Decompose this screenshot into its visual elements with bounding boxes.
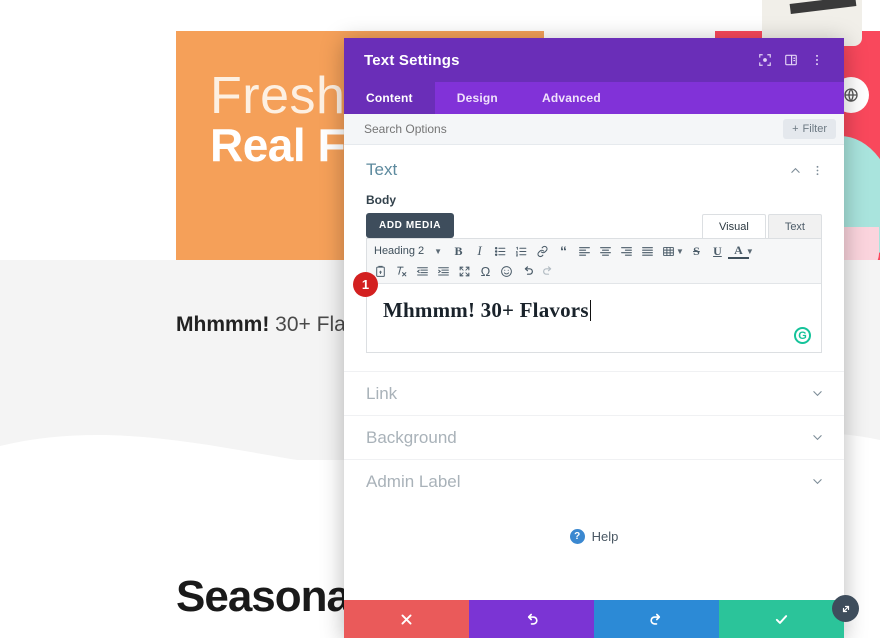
redo-button[interactable]	[594, 600, 719, 638]
help-question-icon: ?	[569, 529, 585, 544]
accordion-background-label: Background	[366, 427, 457, 447]
focus-target-icon[interactable]	[752, 47, 778, 73]
accordion-link[interactable]: Link	[344, 371, 844, 415]
editor-top-bar: ADD MEDIA Visual Text	[366, 213, 822, 238]
undo-icon	[527, 613, 538, 625]
close-icon	[401, 614, 412, 624]
accordion-admin-label-label: Admin Label	[366, 471, 461, 491]
help-link[interactable]: Help	[592, 529, 619, 544]
background-section-heading: Seasona	[176, 572, 351, 621]
editor-toolbar: Heading 2 ▼ B I “ ▼ S U A ▼ Ω	[367, 239, 821, 284]
text-section-title: Text	[366, 160, 398, 179]
strikethrough-icon[interactable]: S	[686, 242, 707, 261]
hero-title-line2: Real Fl	[210, 119, 358, 171]
plus-icon: +	[792, 123, 799, 135]
modal-header: Text Settings	[344, 38, 844, 82]
chevron-down-icon: ▼	[434, 246, 442, 256]
text-section-header: Text	[344, 145, 844, 187]
italic-icon[interactable]: I	[469, 242, 490, 261]
bold-icon[interactable]: B	[448, 242, 469, 261]
editor-canvas[interactable]: 1 Mhmmm! 30+ Flavors G	[353, 272, 821, 352]
chevron-up-icon[interactable]	[784, 159, 806, 181]
format-select-value: Heading 2	[374, 245, 425, 257]
search-options-bar: + Filter	[344, 114, 844, 145]
editor-toolbar-row-2: Ω	[370, 261, 818, 281]
format-select[interactable]: Heading 2 ▼	[370, 242, 448, 261]
chevron-down-icon[interactable]	[806, 383, 828, 405]
background-subheading: Mhmmm! 30+ Flavo	[176, 313, 368, 337]
accordion-background[interactable]: Background	[344, 415, 844, 459]
bulleted-list-icon[interactable]	[490, 242, 511, 261]
outdent-icon[interactable]	[412, 262, 433, 281]
tab-text[interactable]: Text	[767, 214, 822, 238]
filter-button-label: Filter	[802, 123, 827, 135]
grammarly-icon[interactable]: G	[794, 327, 811, 344]
table-chevron-down-icon[interactable]: ▼	[676, 247, 684, 256]
text-color-chevron-down-icon[interactable]: ▼	[746, 247, 754, 256]
save-button[interactable]	[719, 600, 844, 638]
editor-toolbar-row-1: Heading 2 ▼ B I “ ▼ S U A ▼	[370, 241, 818, 261]
body-editor: ADD MEDIA Visual Text Heading 2 ▼ B I “ …	[344, 207, 844, 353]
add-media-button[interactable]: ADD MEDIA	[366, 213, 455, 238]
search-input[interactable]	[364, 122, 784, 136]
resize-diagonal-icon	[842, 605, 849, 612]
help-bar: ? Help	[344, 503, 844, 544]
modal-title: Text Settings	[364, 51, 460, 69]
editor-box: Heading 2 ▼ B I “ ▼ S U A ▼ Ω 1 Mhmmm! 3…	[353, 238, 822, 353]
align-center-icon[interactable]	[595, 242, 616, 261]
undo-icon[interactable]	[517, 262, 538, 281]
clear-formatting-icon[interactable]	[391, 262, 412, 281]
accordion-admin-label[interactable]: Admin Label	[344, 459, 844, 503]
redo-icon[interactable]	[538, 262, 559, 281]
step-badge-1: 1	[353, 272, 378, 297]
text-caret	[589, 300, 591, 321]
modal-resize-handle[interactable]	[832, 595, 859, 622]
chevron-down-icon[interactable]	[806, 471, 828, 493]
redo-icon	[650, 613, 661, 625]
tab-design[interactable]: Design	[435, 82, 520, 114]
editor-mode-tabs: Visual Text	[702, 214, 822, 238]
more-vertical-icon[interactable]	[804, 47, 830, 73]
tab-visual[interactable]: Visual	[702, 214, 766, 238]
accordion-link-label: Link	[366, 383, 398, 403]
background-subheading-bold: Mhmmm!	[176, 313, 270, 336]
panel-layout-icon[interactable]	[778, 47, 804, 73]
section-more-vertical-icon[interactable]	[806, 159, 828, 181]
cancel-button[interactable]	[344, 600, 469, 638]
tab-content[interactable]: Content	[344, 82, 435, 114]
check-icon	[775, 614, 788, 624]
filter-button[interactable]: + Filter	[783, 119, 836, 139]
align-left-icon[interactable]	[574, 242, 595, 261]
chevron-down-icon[interactable]	[806, 427, 828, 449]
link-icon[interactable]	[532, 242, 553, 261]
tab-advanced[interactable]: Advanced	[520, 82, 623, 114]
modal-body: Text Body ADD MEDIA Visual Text Heading …	[344, 145, 844, 600]
numbered-list-icon[interactable]	[511, 242, 532, 261]
editor-heading-text: Mhmmm! 30+ Flavors	[383, 298, 589, 322]
blockquote-icon[interactable]: “	[553, 242, 574, 261]
text-settings-modal: Text Settings Content Design Advanced + …	[344, 38, 844, 638]
special-character-icon[interactable]: Ω	[475, 262, 496, 281]
modal-tabs: Content Design Advanced	[344, 82, 844, 114]
globe-icon	[844, 88, 858, 103]
align-justify-icon[interactable]	[637, 242, 658, 261]
undo-button[interactable]	[469, 600, 594, 638]
modal-footer	[344, 600, 844, 638]
indent-icon[interactable]	[433, 262, 454, 281]
underline-icon[interactable]: U	[707, 242, 728, 261]
emoji-icon[interactable]	[496, 262, 517, 281]
align-right-icon[interactable]	[616, 242, 637, 261]
fullscreen-icon[interactable]	[454, 262, 475, 281]
body-field-label: Body	[366, 193, 396, 207]
